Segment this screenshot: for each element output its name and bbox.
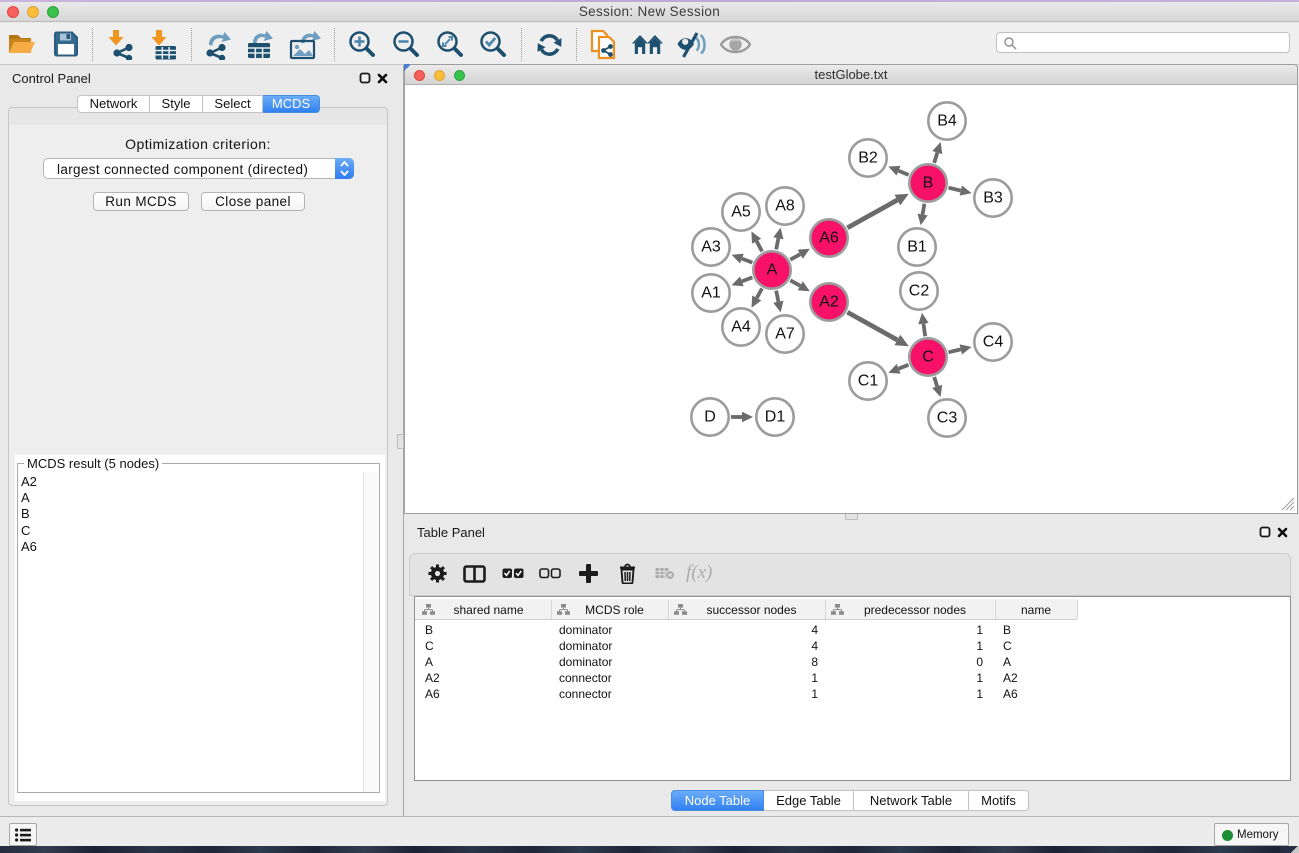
svg-text:A: A [767, 262, 778, 279]
svg-text:A4: A4 [731, 319, 751, 336]
svg-text:C: C [922, 349, 934, 366]
svg-text:A6: A6 [819, 230, 839, 247]
svg-text:A8: A8 [775, 198, 795, 215]
svg-text:C3: C3 [937, 410, 958, 427]
svg-text:B1: B1 [907, 239, 927, 256]
svg-text:A7: A7 [775, 326, 795, 343]
svg-text:C4: C4 [983, 334, 1004, 351]
svg-text:D: D [704, 409, 716, 426]
svg-text:A5: A5 [731, 204, 751, 221]
svg-text:A2: A2 [819, 294, 839, 311]
svg-text:C2: C2 [909, 283, 930, 300]
svg-text:B2: B2 [858, 150, 878, 167]
svg-text:B3: B3 [983, 190, 1003, 207]
svg-text:B4: B4 [937, 113, 957, 130]
svg-text:C1: C1 [858, 373, 879, 390]
svg-text:D1: D1 [765, 409, 786, 426]
svg-text:A1: A1 [701, 285, 721, 302]
svg-text:B: B [923, 175, 934, 192]
svg-text:A3: A3 [701, 239, 721, 256]
